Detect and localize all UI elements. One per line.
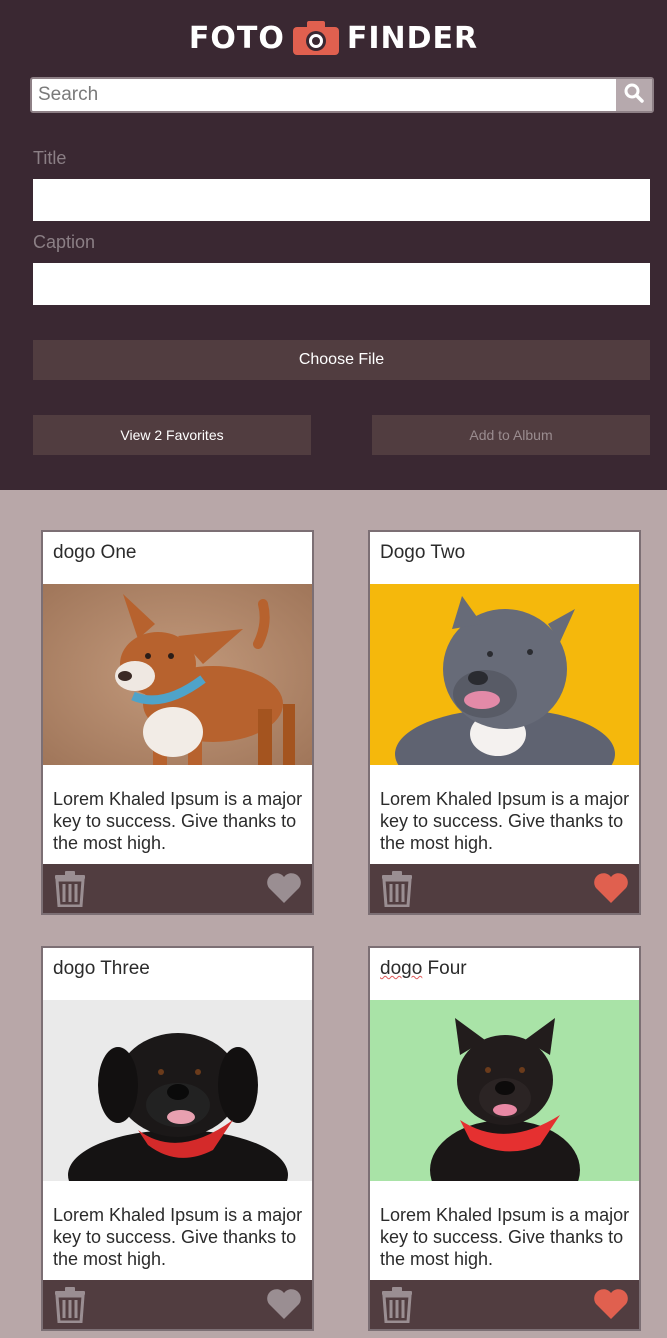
trash-icon[interactable] bbox=[53, 871, 87, 912]
card-photo bbox=[43, 584, 312, 765]
logo-text-finder: FINDER bbox=[346, 20, 479, 56]
logo-text-foto: FOTO bbox=[188, 20, 285, 56]
caption-input[interactable] bbox=[33, 263, 650, 305]
search-input[interactable] bbox=[32, 79, 617, 111]
favorite-heart-icon[interactable] bbox=[266, 1288, 302, 1325]
caption-label: Caption bbox=[33, 232, 96, 252]
view-favorites-button[interactable]: View 2 Favorites bbox=[33, 415, 311, 455]
trash-icon[interactable] bbox=[380, 871, 414, 912]
card-footer bbox=[43, 864, 312, 913]
card-footer bbox=[370, 1280, 639, 1329]
title-input[interactable] bbox=[33, 179, 650, 221]
app-header: FOTO FINDER Title Caption Choose bbox=[0, 0, 667, 490]
photo-card: dogo Three Lorem Khaled Ipsum is a major… bbox=[41, 946, 314, 1331]
trash-icon[interactable] bbox=[380, 1287, 414, 1328]
favorite-heart-icon[interactable] bbox=[593, 872, 629, 909]
card-photo bbox=[370, 1000, 639, 1181]
card-title[interactable]: dogo Four bbox=[380, 958, 467, 980]
photo-card: Dogo Two Lorem Khaled Ipsum is a major k… bbox=[368, 530, 641, 915]
search-button[interactable] bbox=[616, 79, 652, 111]
card-title[interactable]: Dogo Two bbox=[380, 542, 465, 564]
card-caption[interactable]: Lorem Khaled Ipsum is a major key to suc… bbox=[53, 1204, 303, 1270]
camera-icon bbox=[292, 21, 339, 55]
card-caption[interactable]: Lorem Khaled Ipsum is a major key to suc… bbox=[53, 788, 303, 854]
card-footer bbox=[43, 1280, 312, 1329]
card-title-rest: Four bbox=[422, 958, 467, 979]
card-caption[interactable]: Lorem Khaled Ipsum is a major key to suc… bbox=[380, 788, 630, 854]
favorite-heart-icon[interactable] bbox=[266, 872, 302, 909]
choose-file-button[interactable]: Choose File bbox=[33, 340, 650, 380]
title-label: Title bbox=[33, 148, 67, 168]
search-icon bbox=[624, 83, 644, 108]
photo-card: dogo Four Lorem Khaled Ipsum is a major … bbox=[368, 946, 641, 1331]
card-caption[interactable]: Lorem Khaled Ipsum is a major key to suc… bbox=[380, 1204, 630, 1270]
add-to-album-button[interactable]: Add to Album bbox=[372, 415, 650, 455]
card-photo bbox=[43, 1000, 312, 1181]
card-title-word: dogo bbox=[380, 958, 423, 979]
card-footer bbox=[370, 864, 639, 913]
card-title[interactable]: dogo One bbox=[53, 542, 136, 564]
search-bar bbox=[30, 77, 654, 113]
logo: FOTO FINDER bbox=[0, 18, 667, 58]
photo-card: dogo One Lorem Khaled Ipsum is a major k… bbox=[41, 530, 314, 915]
card-title[interactable]: dogo Three bbox=[53, 958, 150, 980]
card-photo bbox=[370, 584, 639, 765]
trash-icon[interactable] bbox=[53, 1287, 87, 1328]
favorite-heart-icon[interactable] bbox=[593, 1288, 629, 1325]
